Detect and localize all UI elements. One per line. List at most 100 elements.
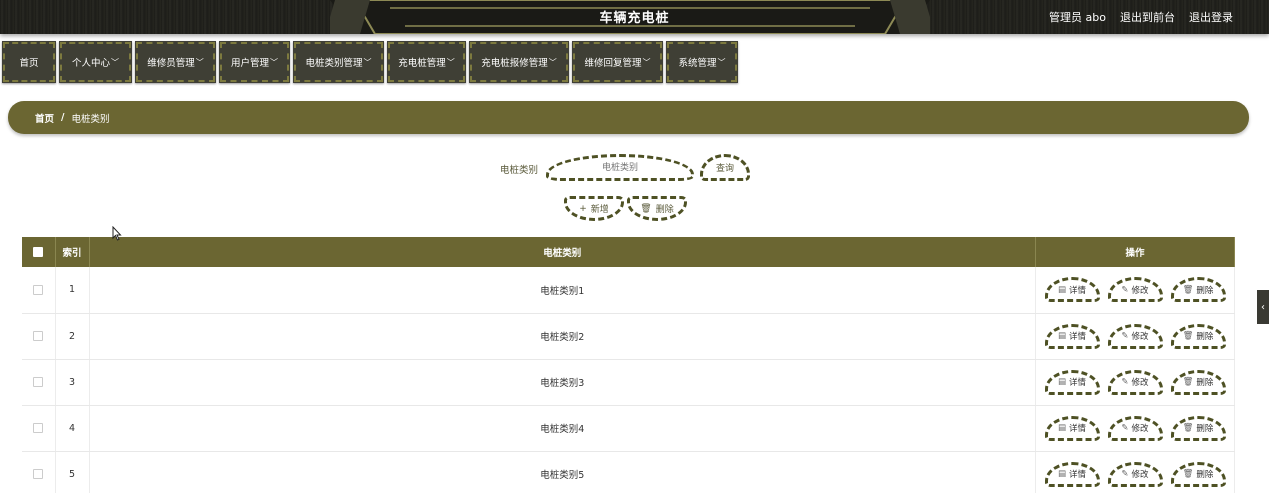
nav-item-personal-center[interactable]: 个人中心 ﹀ (59, 41, 132, 83)
row-checkbox[interactable] (33, 377, 44, 387)
select-all-checkbox[interactable] (33, 247, 44, 257)
edit-label: 修改 (1131, 332, 1149, 342)
table-row: 3 电桩类别3 ▤ 详情 ✎ 修改 🗑 删除 (22, 359, 1235, 406)
edit-icon: ✎ (1121, 331, 1129, 341)
nav-item-label: 个人中心 (71, 58, 110, 69)
row-ops: ▤ 详情 ✎ 修改 🗑 删除 (1035, 313, 1235, 360)
row-ops: ▤ 详情 ✎ 修改 🗑 删除 (1035, 451, 1235, 493)
delete-button[interactable]: 🗑 删除 (1170, 323, 1226, 349)
nav-item-label: 充电桩管理 (398, 58, 446, 69)
edit-button[interactable]: ✎ 修改 (1107, 415, 1163, 441)
trash-icon: 🗑 (1182, 377, 1194, 387)
chevron-down-icon: ﹀ (195, 57, 204, 67)
breadcrumb-current: 电桩类别 (71, 113, 110, 125)
search-label: 电桩类别 (500, 165, 539, 176)
row-category: 电桩类别1 (89, 267, 1036, 314)
table-row: 2 电桩类别2 ▤ 详情 ✎ 修改 🗑 删除 (22, 313, 1235, 360)
detail-button[interactable]: ▤ 详情 (1044, 415, 1100, 441)
trash-icon: 🗑 (1182, 469, 1194, 479)
row-index: 2 (55, 313, 90, 360)
query-button[interactable]: 查询 (700, 154, 750, 181)
row-checkbox[interactable] (33, 284, 44, 295)
index-header: 索引 (55, 237, 90, 267)
document-icon: ▤ (1057, 423, 1066, 433)
nav-item-home[interactable]: 首页 (2, 41, 56, 83)
row-category: 电桩类别5 (89, 451, 1036, 493)
nav-item-repairer-management[interactable]: 维修员管理 ﹀ (135, 41, 216, 83)
breadcrumb-separator: / (61, 112, 65, 123)
edit-icon: ✎ (1121, 469, 1129, 479)
trash-icon: 🗑 (1182, 284, 1194, 295)
nav-item-label: 用户管理 (230, 58, 269, 69)
main-nav: 首页 个人中心 ﹀ 维修员管理 ﹀ 用户管理 ﹀ 电桩类别管理 ﹀ 充电桩管理 ﹀ 充电桩… (2, 41, 738, 83)
delete-label: 删除 (1196, 470, 1214, 480)
edit-button[interactable]: ✎ 修改 (1107, 369, 1163, 395)
edit-icon: ✎ (1121, 423, 1129, 433)
row-index: 4 (55, 405, 90, 452)
delete-button[interactable]: 🗑 删除 (1170, 369, 1226, 395)
nav-item-charger-management[interactable]: 充电桩管理 ﹀ (387, 41, 466, 83)
row-checkbox-cell (22, 359, 56, 406)
header-links: 管理员 abo 退出到前台 退出登录 (1049, 9, 1233, 25)
row-category: 电桩类别2 (89, 313, 1036, 360)
batch-delete-button[interactable]: 🗑 删除 (627, 196, 687, 221)
edit-icon: ✎ (1121, 377, 1129, 387)
detail-label: 详情 (1069, 378, 1087, 388)
nav-item-label: 维修回复管理 (584, 58, 642, 69)
row-ops: ▤ 详情 ✎ 修改 🗑 删除 (1035, 359, 1235, 406)
sidebar-toggle-handle[interactable]: ‹ (1257, 290, 1269, 324)
detail-label: 详情 (1069, 424, 1087, 434)
category-header: 电桩类别 (89, 237, 1036, 267)
edit-button[interactable]: ✎ 修改 (1107, 277, 1163, 303)
detail-label: 详情 (1069, 470, 1087, 480)
delete-button-label: 删除 (655, 205, 674, 215)
detail-button[interactable]: ▤ 详情 (1044, 369, 1100, 395)
exit-to-frontend-link[interactable]: 退出到前台 (1120, 9, 1175, 25)
detail-button[interactable]: ▤ 详情 (1044, 277, 1100, 303)
table-row: 4 电桩类别4 ▤ 详情 ✎ 修改 🗑 删除 (22, 405, 1235, 452)
document-icon: ▤ (1057, 469, 1066, 479)
table-row: 1 电桩类别1 ▤ 详情 ✎ 修改 🗑 删除 (22, 267, 1235, 314)
nav-item-repair-reply-management[interactable]: 维修回复管理 ﹀ (572, 41, 663, 83)
row-checkbox[interactable] (33, 331, 44, 341)
detail-label: 详情 (1069, 332, 1087, 342)
add-button-label: 新增 (590, 205, 609, 215)
document-icon: ▤ (1057, 377, 1066, 387)
nav-item-user-management[interactable]: 用户管理 ﹀ (219, 41, 290, 83)
ops-header: 操作 (1035, 237, 1235, 267)
mouse-cursor-icon (112, 226, 122, 241)
category-search-input[interactable] (546, 154, 694, 181)
delete-button[interactable]: 🗑 删除 (1170, 277, 1226, 303)
logout-link[interactable]: 退出登录 (1189, 9, 1233, 25)
trash-icon: 🗑 (640, 203, 652, 214)
delete-label: 删除 (1196, 424, 1214, 434)
nav-item-label: 首页 (19, 58, 39, 69)
add-button[interactable]: + 新增 (564, 196, 624, 221)
edit-button[interactable]: ✎ 修改 (1107, 323, 1163, 349)
chevron-down-icon: ﹀ (446, 57, 455, 67)
breadcrumb-home[interactable]: 首页 (35, 111, 54, 125)
row-checkbox-cell (22, 267, 56, 314)
detail-button[interactable]: ▤ 详情 (1044, 323, 1100, 349)
row-index: 3 (55, 359, 90, 406)
row-checkbox[interactable] (33, 469, 44, 479)
admin-user-link[interactable]: 管理员 abo (1049, 9, 1106, 25)
detail-button[interactable]: ▤ 详情 (1044, 461, 1100, 487)
delete-button[interactable]: 🗑 删除 (1170, 461, 1226, 487)
delete-button[interactable]: 🗑 删除 (1170, 415, 1226, 441)
nav-item-repair-report-management[interactable]: 充电桩报修管理 ﹀ (469, 41, 569, 83)
row-checkbox[interactable] (33, 423, 44, 433)
category-table: 索引 电桩类别 操作 1 电桩类别1 ▤ 详情 ✎ 修改 🗑 删除 2 电桩类别2 ▤… (22, 237, 1235, 493)
row-ops: ▤ 详情 ✎ 修改 🗑 删除 (1035, 267, 1235, 314)
chevron-down-icon: ﹀ (548, 57, 557, 67)
row-ops: ▤ 详情 ✎ 修改 🗑 删除 (1035, 405, 1235, 452)
nav-item-category-management[interactable]: 电桩类别管理 ﹀ (293, 41, 384, 83)
edit-button[interactable]: ✎ 修改 (1107, 461, 1163, 487)
nav-item-system-management[interactable]: 系统管理 ﹀ (666, 41, 738, 83)
breadcrumb: 首页 / 电桩类别 (8, 101, 1249, 134)
chevron-down-icon: ﹀ (363, 57, 372, 67)
row-category: 电桩类别4 (89, 405, 1036, 452)
row-category: 电桩类别3 (89, 359, 1036, 406)
row-checkbox-cell (22, 405, 56, 452)
delete-label: 删除 (1196, 285, 1214, 296)
